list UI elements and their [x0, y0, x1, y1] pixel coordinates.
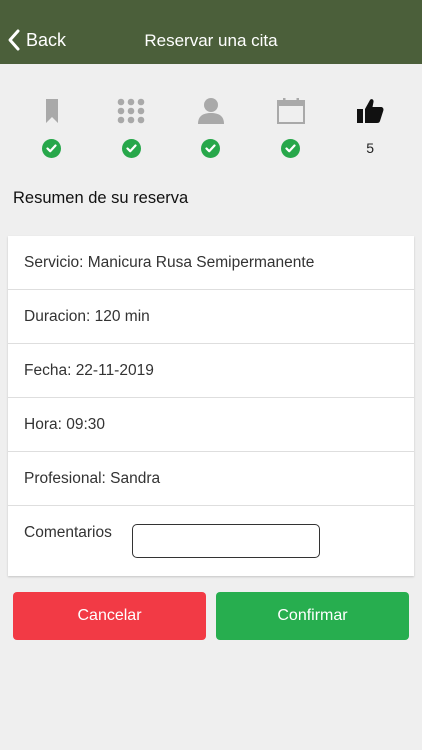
- service-text: Servicio: Manicura Rusa Semipermanente: [24, 253, 315, 271]
- time-row: Hora: 09:30: [8, 398, 414, 452]
- professional-row: Profesional: Sandra: [8, 452, 414, 506]
- step-4[interactable]: [261, 96, 321, 172]
- comments-input[interactable]: [132, 524, 320, 558]
- calendar-icon: [276, 98, 305, 124]
- service-row: Servicio: Manicura Rusa Semipermanente: [8, 236, 414, 290]
- confirm-button[interactable]: Confirmar: [216, 592, 409, 640]
- thumbs-up-icon: [357, 99, 384, 123]
- date-text: Fecha: 22-11-2019: [24, 361, 154, 379]
- person-icon: [197, 98, 224, 124]
- duration-row: Duracion: 120 min: [8, 290, 414, 344]
- action-bar: Cancelar Confirmar: [13, 592, 409, 640]
- step-indicator: 5: [0, 64, 422, 172]
- check-icon: [42, 138, 62, 158]
- check-icon: [281, 138, 301, 158]
- professional-text: Profesional: Sandra: [24, 469, 161, 487]
- time-text: Hora: 09:30: [24, 415, 105, 433]
- step-1[interactable]: [22, 96, 82, 172]
- check-icon: [121, 138, 141, 158]
- summary-card: Servicio: Manicura Rusa Semipermanente D…: [8, 236, 414, 576]
- grid-icon: [118, 98, 145, 124]
- bookmark-icon: [45, 99, 58, 123]
- step-3[interactable]: [181, 96, 241, 172]
- date-row: Fecha: 22-11-2019: [8, 344, 414, 398]
- duration-text: Duracion: 120 min: [24, 307, 150, 325]
- step-number: 5: [366, 140, 375, 156]
- check-icon: [201, 138, 221, 158]
- navbar: Back Reservar una cita: [0, 0, 422, 64]
- comments-label: Comentarios: [24, 524, 112, 541]
- step-2[interactable]: [101, 96, 161, 172]
- comments-row: Comentarios: [8, 506, 414, 574]
- page-title: Reservar una cita: [144, 31, 278, 50]
- step-5[interactable]: 5: [340, 96, 400, 172]
- summary-title: Resumen de su reserva: [13, 189, 189, 207]
- cancel-button[interactable]: Cancelar: [13, 592, 206, 640]
